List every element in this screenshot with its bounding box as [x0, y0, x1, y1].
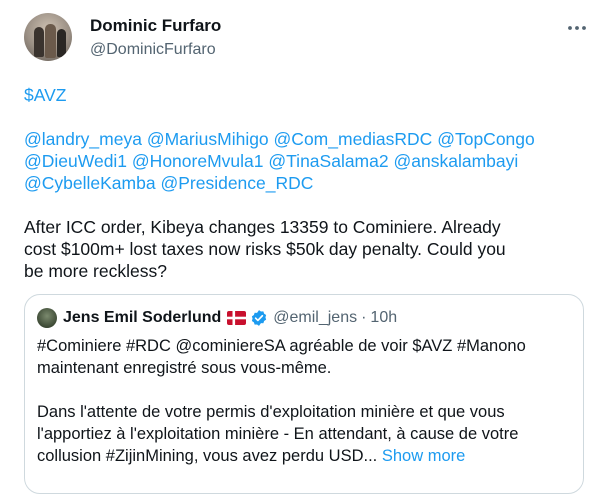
mention-link[interactable]: @MariusMihigo — [147, 129, 269, 149]
tweet-text: $AVZ @landry_meya @MariusMihigo @Com_med… — [24, 84, 584, 282]
verified-badge-icon — [252, 310, 267, 326]
tweet-text-line: After ICC order, Kibeya changes 13359 to… — [24, 217, 501, 237]
cashtag-link[interactable]: $AVZ — [24, 85, 66, 105]
mention-line: @CybelleKamba @Presidence_RDC — [24, 172, 584, 194]
mention-link[interactable]: @landry_meya — [24, 129, 142, 149]
mention-link[interactable]: @anskalambayi — [393, 151, 518, 171]
denmark-flag-icon — [227, 311, 247, 325]
quoted-text-line: maintenant enregistré sous vous-même. — [37, 359, 332, 377]
mention-link[interactable]: @TinaSalama2 — [268, 151, 388, 171]
mention-link[interactable]: @TopCongo — [437, 129, 535, 149]
quoted-author-name[interactable]: Jens Emil Soderlund — [63, 309, 221, 327]
mention-link[interactable]: @HonoreMvula1 — [132, 151, 264, 171]
author-handle[interactable]: @DominicFurfaro — [90, 41, 216, 59]
quoted-tweet-text: #Cominiere #RDC @cominiereSA agréable de… — [37, 335, 577, 467]
mention-line: @landry_meya @MariusMihigo @Com_mediasRD… — [24, 128, 584, 150]
mention-line: @DieuWedi1 @HonoreMvula1 @TinaSalama2 @a… — [24, 150, 584, 172]
quoted-author-avatar[interactable] — [37, 308, 57, 328]
quoted-text-line: Dans l'attente de votre permis d'exploit… — [37, 403, 505, 421]
author-name[interactable]: Dominic Furfaro — [90, 16, 221, 36]
quoted-author-handle[interactable]: @emil_jens — [273, 309, 357, 327]
author-avatar[interactable] — [24, 13, 72, 61]
tweet-text-line: be more reckless? — [24, 261, 167, 281]
quoted-tweet-header: Jens Emil Soderlund @emil_jens · 10h — [37, 308, 397, 328]
separator-dot: · — [361, 309, 367, 326]
mention-link[interactable]: @DieuWedi1 — [24, 151, 127, 171]
quoted-text-line: collusion #ZijinMining, vous avez perdu … — [37, 447, 378, 465]
tweet-text-line: cost $100m+ lost taxes now risks $50k da… — [24, 239, 506, 259]
more-horizontal-icon[interactable] — [566, 20, 588, 36]
quoted-tweet-timestamp[interactable]: 10h — [370, 309, 397, 327]
quoted-text-line: #Cominiere #RDC @cominiereSA agréable de… — [37, 337, 526, 355]
mention-link[interactable]: @CybelleKamba — [24, 173, 156, 193]
mention-link[interactable]: @Com_mediasRDC — [274, 129, 433, 149]
quoted-tweet-card[interactable]: Jens Emil Soderlund @emil_jens · 10h #Co… — [24, 294, 584, 494]
show-more-link[interactable]: Show more — [382, 447, 465, 465]
mention-link[interactable]: @Presidence_RDC — [160, 173, 313, 193]
quoted-text-line: l'apportiez à l'exploitation minière - E… — [37, 425, 519, 443]
